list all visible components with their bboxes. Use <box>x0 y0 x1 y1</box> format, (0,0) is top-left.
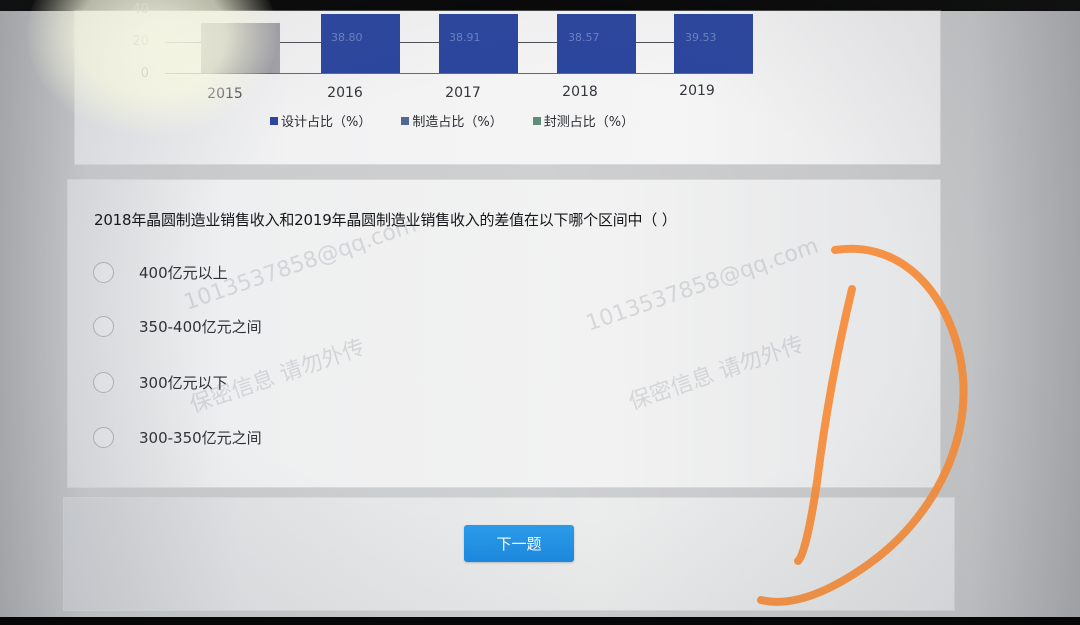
answer-option-d[interactable]: 300-350亿元之间 <box>93 422 262 452</box>
answer-option-label: 300-350亿元之间 <box>139 428 262 447</box>
y-tick-label: 40 <box>132 2 149 17</box>
answer-option-c[interactable]: 300亿元以下 <box>93 367 228 397</box>
x-tick-label: 2018 <box>562 84 598 100</box>
legend-label: 设计占比（%） <box>281 115 372 130</box>
x-tick-label: 2019 <box>679 83 715 99</box>
legend-label: 封测占比（%） <box>543 115 635 130</box>
data-label: 39.53 <box>685 31 717 44</box>
question-text: 2018年晶圆制造业销售收入和2019年晶圆制造业销售收入的差值在以下哪个区间中… <box>94 211 677 229</box>
radio-circle-icon[interactable] <box>93 315 114 337</box>
screenshot-photo: 40 20 0 38.80 38.91 38.57 39.53 2015 201… <box>0 0 1080 625</box>
y-tick-label: 0 <box>140 66 149 81</box>
bottom-black-border <box>0 617 1080 625</box>
top-black-border <box>0 0 1080 11</box>
answer-option-label: 400亿元以上 <box>139 263 228 282</box>
bar-2015 <box>201 23 280 73</box>
x-tick-label: 2016 <box>327 85 363 101</box>
x-tick-label: 2017 <box>445 85 481 101</box>
legend-swatch-icon <box>401 116 410 125</box>
answer-option-label: 350-400亿元之间 <box>139 317 262 336</box>
radio-circle-icon[interactable] <box>93 261 114 283</box>
y-tick-label: 20 <box>132 34 149 49</box>
x-tick-label: 2015 <box>207 86 243 102</box>
data-label: 38.57 <box>568 31 600 44</box>
answer-option-label: 300亿元以下 <box>139 373 228 392</box>
chart-legend: 设计占比（%） 制造占比（%） 封测占比（%） <box>270 111 634 130</box>
radio-circle-icon[interactable] <box>93 426 114 448</box>
legend-label: 制造占比（%） <box>412 115 503 130</box>
data-label: 38.80 <box>331 31 363 44</box>
legend-item-design: 设计占比（%） <box>270 111 371 130</box>
legend-swatch-icon <box>532 116 541 125</box>
legend-item-manufacturing: 制造占比（%） <box>401 111 503 130</box>
answer-option-b[interactable]: 350-400亿元之间 <box>93 311 262 341</box>
legend-swatch-icon <box>270 116 278 125</box>
x-axis-line <box>165 73 753 74</box>
data-label: 38.91 <box>449 31 481 44</box>
next-question-button[interactable]: 下一题 <box>464 525 574 562</box>
legend-item-packaging: 封测占比（%） <box>532 111 635 130</box>
answer-option-a[interactable]: 400亿元以上 <box>93 257 228 287</box>
radio-circle-icon[interactable] <box>93 371 114 393</box>
